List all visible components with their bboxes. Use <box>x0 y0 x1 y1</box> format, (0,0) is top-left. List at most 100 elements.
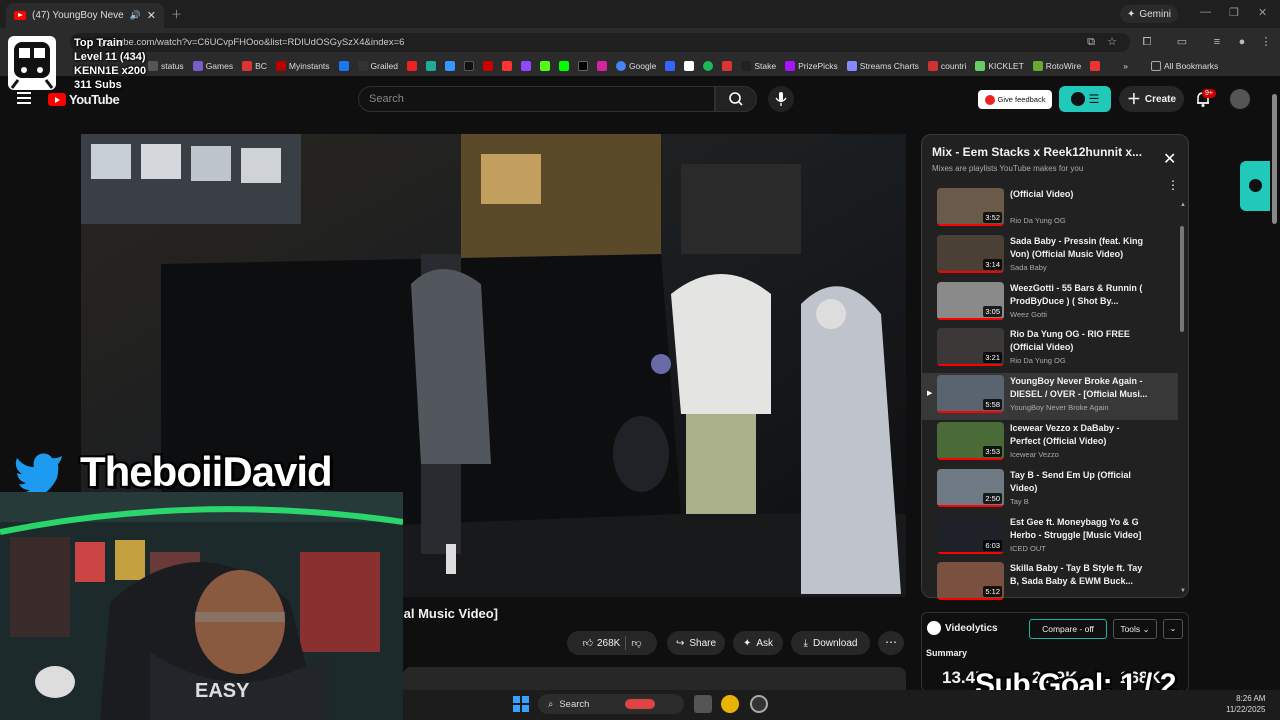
url-field[interactable]: youtube.com/watch?v=C6UCvpFHOoo&list=RDI… <box>70 33 1130 52</box>
playlist-title[interactable]: Mix - Eem Stacks x Reek12hunnit x... <box>932 145 1142 159</box>
bookmark-spotify[interactable] <box>703 61 714 71</box>
playlist-item[interactable]: 3:52 (Official Video) Rio Da Yung OG <box>922 186 1178 233</box>
taskbar-search[interactable]: ⌕ Search <box>538 694 684 714</box>
system-clock[interactable]: 8:26 AM 11/22/2025 <box>1226 693 1265 715</box>
bookmark-misc-1[interactable] <box>406 61 417 71</box>
playlist-item-channel: Icewear Vezzo <box>1010 450 1059 459</box>
download-button[interactable]: ⤓ Download <box>791 631 870 655</box>
playlist-close-icon[interactable]: ✕ <box>1163 149 1176 169</box>
search-icon <box>729 92 743 106</box>
bookmark-rotowire[interactable]: RotoWire <box>1032 61 1081 71</box>
all-bookmarks[interactable]: All Bookmarks <box>1150 61 1218 71</box>
bookmark-misc-4[interactable] <box>463 61 474 71</box>
menu-kebab-icon[interactable]: ⋮ <box>1259 35 1273 49</box>
compare-toggle[interactable]: Compare - off <box>1029 619 1107 639</box>
extension-toggle-button[interactable]: ☰ <box>1059 86 1111 112</box>
tab-close-icon[interactable]: ✕ <box>147 9 156 22</box>
bookmark-instagram[interactable] <box>596 61 607 71</box>
bookmark-myinstants[interactable]: Myinstants <box>275 61 330 71</box>
bookmark-bc[interactable]: BC <box>242 61 267 71</box>
voice-search-button[interactable] <box>768 86 794 112</box>
scroll-up-icon[interactable]: ▲ <box>1180 202 1186 208</box>
chrome-taskbar-icon[interactable] <box>721 695 739 713</box>
extensions-icon[interactable]: ⧠ <box>1140 35 1154 49</box>
profile-icon[interactable]: ● <box>1235 35 1249 49</box>
train-title: Top Train <box>74 37 123 49</box>
bookmark-status[interactable]: status <box>148 61 184 71</box>
reading-list-icon[interactable]: ≡ <box>1210 35 1224 49</box>
bookmark-prizepicks[interactable]: PrizePicks <box>785 61 838 71</box>
playlist-thumbnail[interactable]: 6:03 <box>937 515 1004 554</box>
bookmark-misc-7[interactable] <box>520 61 531 71</box>
gemini-button[interactable]: ✦ Gemini <box>1120 5 1178 23</box>
restore-icon[interactable]: ❐ <box>1229 6 1239 19</box>
bookmark-misc-3[interactable] <box>444 61 455 71</box>
browser-tab[interactable]: (47) YoungBoy Never Broke 🔊 ✕ <box>6 3 164 28</box>
playlist-scrollbar[interactable] <box>1180 226 1184 332</box>
collapse-chevron-icon[interactable]: ⌄ <box>1163 619 1183 639</box>
bookmark-streams-charts[interactable]: Streams Charts <box>846 61 919 71</box>
close-window-icon[interactable]: ✕ <box>1258 6 1267 19</box>
install-icon[interactable]: ⧉ <box>1084 35 1098 49</box>
dislike-button[interactable]: 👎︎ <box>631 637 641 649</box>
bookmark-misc-11[interactable] <box>722 61 733 71</box>
train-icon <box>8 36 56 90</box>
bookmark-google[interactable]: Google <box>615 61 656 71</box>
youtube-logo[interactable]: YouTube <box>48 92 120 107</box>
windows-start-icon[interactable] <box>512 695 530 713</box>
bookmark-misc-8[interactable] <box>539 61 550 71</box>
like-button[interactable]: 👍︎ 268K <box>583 637 621 650</box>
scroll-down-icon[interactable]: ▼ <box>1180 588 1186 594</box>
playlist-thumbnail[interactable]: 3:53 <box>937 422 1004 460</box>
minimize-icon[interactable]: — <box>1200 6 1211 18</box>
playlist-thumbnail[interactable]: 3:52 <box>937 188 1004 226</box>
bookmark-stake[interactable]: Stake <box>741 61 776 71</box>
task-view-icon[interactable] <box>694 695 712 713</box>
search-button[interactable] <box>715 86 757 112</box>
star-icon[interactable]: ☆ <box>1105 35 1119 49</box>
playlist-item[interactable]: 3:14 Sada Baby - Pressin (feat. King Von)… <box>922 233 1178 280</box>
bookmarks-overflow-icon[interactable]: » <box>1123 61 1128 71</box>
more-actions-icon[interactable]: ⋯ <box>878 631 904 655</box>
bookmark-misc-12[interactable] <box>1090 61 1101 71</box>
bookmark-misc-6[interactable] <box>501 61 512 71</box>
bookmark-facebook[interactable] <box>338 61 349 71</box>
extension-side-tab[interactable] <box>1240 161 1270 211</box>
share-button[interactable]: ↪ Share <box>667 631 725 655</box>
playlist-item[interactable]: 6:03 Est Gee ft. Moneybagg Yo & G Herbo -… <box>922 514 1178 561</box>
search-input[interactable]: Search <box>358 86 715 112</box>
account-avatar[interactable] <box>1230 89 1250 109</box>
bookmark-misc-10[interactable] <box>665 61 676 71</box>
new-tab-button[interactable]: ＋ <box>171 6 182 22</box>
playlist-thumbnail[interactable]: 3:05 <box>937 281 1004 320</box>
playlist-item[interactable]: 5:12 Skilla Baby - Tay B Style ft. Tay B,… <box>922 560 1178 607</box>
bookmark-amazon[interactable] <box>684 61 695 71</box>
speaker-icon[interactable]: 🔊 <box>130 10 141 21</box>
tools-dropdown[interactable]: Tools ⌄ <box>1113 619 1157 639</box>
bookmark-grailed[interactable]: Grailed <box>357 61 398 71</box>
app-taskbar-icon[interactable] <box>750 695 768 713</box>
playlist-thumbnail[interactable]: 3:21 <box>937 328 1004 367</box>
create-button[interactable]: ＋ Create <box>1119 86 1184 112</box>
bookmark-countri[interactable]: countri <box>927 61 966 71</box>
bookmark-misc-2[interactable] <box>425 61 436 71</box>
playlist-item[interactable]: 2:50 Tay B - Send Em Up (Official Video) T… <box>922 467 1178 514</box>
bookmark-games[interactable]: Games <box>192 61 233 71</box>
playlist-item[interactable]: 3:53 Icewear Vezzo x DaBaby - Perfect (Of… <box>922 420 1178 467</box>
bookmark-misc-9[interactable] <box>558 61 569 71</box>
bookmark-kicklet[interactable]: KICKLET <box>975 61 1024 71</box>
playlist-thumbnail[interactable]: 3:14 <box>937 234 1004 273</box>
page-scrollbar[interactable] <box>1271 80 1279 690</box>
playlist-thumbnail[interactable]: 5:58 <box>937 375 1004 414</box>
hamburger-menu-icon[interactable] <box>17 92 31 107</box>
ask-button[interactable]: ✦ Ask <box>733 631 783 655</box>
bookmark-x[interactable] <box>577 61 588 71</box>
sidepanel-icon[interactable]: ▭ <box>1175 35 1189 49</box>
playlist-item[interactable]: 3:05 WeezGotti - 55 Bars & Runnin ( ProdB… <box>922 280 1178 327</box>
give-feedback-button[interactable]: Give feedback <box>978 90 1052 109</box>
playlist-thumbnail[interactable]: 5:12 <box>937 562 1004 601</box>
playlist-item[interactable]: 3:21 Rio Da Yung OG - RIO FREE (Official … <box>922 326 1178 373</box>
bookmark-misc-5[interactable] <box>482 61 493 71</box>
playlist-item[interactable]: ▶ 5:58 YoungBoy Never Broke Again - DIESEL… <box>922 373 1178 421</box>
playlist-thumbnail[interactable]: 2:50 <box>937 468 1004 507</box>
